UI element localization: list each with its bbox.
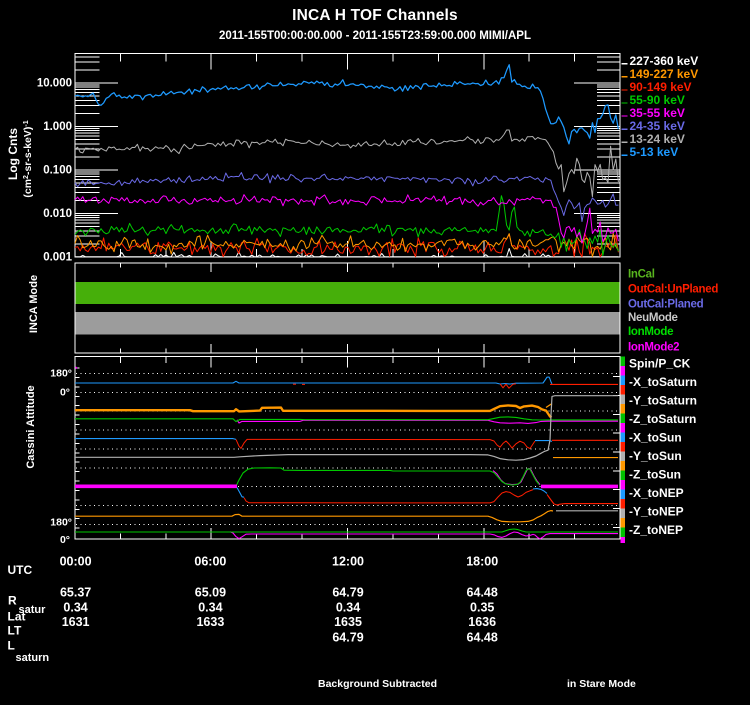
svg-text:-X_toNEP: -X_toNEP	[629, 486, 684, 500]
svg-text:R: R	[8, 594, 17, 608]
svg-text:-Z_toSun: -Z_toSun	[629, 468, 681, 482]
svg-text:00:00: 00:00	[60, 555, 92, 569]
svg-text:227-360 keV: 227-360 keV	[630, 54, 699, 68]
svg-text:NeuMode: NeuMode	[628, 312, 678, 324]
svg-text:0.35: 0.35	[470, 601, 494, 615]
svg-text:in Stare Mode: in Stare Mode	[567, 678, 636, 690]
svg-text:Cassini Attitude: Cassini Attitude	[25, 385, 37, 468]
svg-text:0°: 0°	[60, 387, 70, 399]
svg-text:0°: 0°	[60, 534, 70, 546]
svg-text:Spin/P_CK: Spin/P_CK	[629, 357, 691, 371]
svg-text:2011-155T00:00:00.000 - 2011-1: 2011-155T00:00:00.000 - 2011-155T23:59:0…	[219, 30, 531, 42]
svg-text:65.37: 65.37	[60, 586, 91, 600]
svg-text:10.000: 10.000	[37, 78, 72, 90]
svg-text:L: L	[8, 639, 15, 653]
svg-text:Background Subtracted: Background Subtracted	[318, 678, 437, 690]
svg-text:saturn: saturn	[16, 652, 50, 664]
svg-text:OutCal:Planed: OutCal:Planed	[628, 299, 704, 311]
svg-text:180°: 180°	[50, 368, 72, 380]
svg-text:64.48: 64.48	[467, 631, 498, 645]
svg-text:35-55 keV: 35-55 keV	[630, 106, 685, 120]
svg-text:0.010: 0.010	[43, 208, 72, 220]
svg-text:24-35 keV: 24-35 keV	[630, 119, 685, 133]
svg-text:1631: 1631	[62, 615, 90, 629]
svg-text:IonMode2: IonMode2	[628, 342, 679, 354]
svg-text:18:00: 18:00	[466, 555, 498, 569]
svg-text:06:00: 06:00	[194, 555, 226, 569]
svg-text:InCal: InCal	[628, 269, 655, 281]
svg-text:Log Cnts: Log Cnts	[6, 128, 20, 180]
svg-text:-Z_toSaturn: -Z_toSaturn	[629, 412, 696, 426]
svg-text:90-149 keV: 90-149 keV	[630, 80, 692, 94]
svg-text:180°: 180°	[50, 517, 72, 529]
svg-text:OutCal:UnPlaned: OutCal:UnPlaned	[628, 284, 718, 296]
svg-text:149-227 keV: 149-227 keV	[630, 67, 699, 81]
svg-text:1.000: 1.000	[43, 121, 72, 133]
svg-text:INCA H TOF Channels: INCA H TOF Channels	[292, 7, 458, 24]
svg-text:Lat: Lat	[8, 610, 26, 624]
svg-text:65.09: 65.09	[195, 586, 226, 600]
svg-text:1636: 1636	[468, 615, 496, 629]
svg-text:LT: LT	[8, 624, 22, 638]
svg-text:-Y_toSun: -Y_toSun	[629, 449, 682, 463]
svg-text:64.79: 64.79	[332, 586, 363, 600]
svg-text:-X_toSaturn: -X_toSaturn	[629, 375, 697, 389]
svg-text:0.34: 0.34	[198, 601, 222, 615]
svg-text:64.79: 64.79	[332, 631, 363, 645]
svg-text:-Y_toSaturn: -Y_toSaturn	[629, 394, 697, 408]
svg-text:0.34: 0.34	[336, 601, 360, 615]
svg-text:INCA Mode: INCA Mode	[28, 275, 40, 333]
svg-text:IonMode: IonMode	[628, 326, 673, 338]
svg-text:1633: 1633	[196, 615, 224, 629]
svg-text:1635: 1635	[334, 615, 362, 629]
svg-text:0.001: 0.001	[43, 252, 72, 264]
svg-text:12:00: 12:00	[332, 555, 364, 569]
svg-text:UTC: UTC	[8, 563, 33, 577]
svg-text:-X_toSun: -X_toSun	[629, 431, 682, 445]
svg-text:-Z_toNEP: -Z_toNEP	[629, 523, 683, 537]
svg-text:64.48: 64.48	[467, 586, 498, 600]
svg-text:-Y_toNEP: -Y_toNEP	[629, 505, 684, 519]
svg-text:0.34: 0.34	[63, 601, 87, 615]
svg-text:13-24 keV: 13-24 keV	[630, 132, 685, 146]
svg-text:55-90 keV: 55-90 keV	[630, 93, 685, 107]
svg-text:0.100: 0.100	[43, 165, 72, 177]
svg-text:(cm2-sr-s-keV)-1: (cm2-sr-s-keV)-1	[22, 120, 34, 197]
svg-text:5-13 keV: 5-13 keV	[630, 145, 679, 159]
